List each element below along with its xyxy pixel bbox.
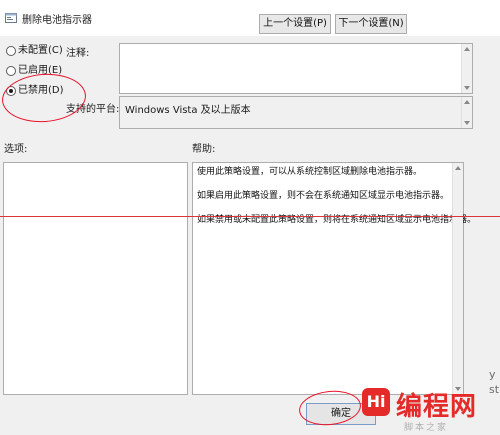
options-label: 选项: — [4, 144, 28, 155]
watermark-brand: 编程网 — [396, 392, 478, 422]
previous-setting-button[interactable]: 上一个设置(P) — [259, 14, 331, 34]
next-setting-button[interactable]: 下一个设置(N) — [335, 14, 407, 34]
supported-scrollbar[interactable] — [461, 97, 472, 128]
supported-platforms-box: Windows Vista 及以上版本 — [119, 96, 473, 129]
options-pane — [3, 162, 188, 395]
scroll-up-arrow-icon[interactable] — [464, 47, 470, 51]
supported-platforms-value: Windows Vista 及以上版本 — [125, 105, 251, 116]
title-bar: 删除电池指示器 上一个设置(P) 下一个设置(N) — [0, 0, 500, 36]
policy-setting-icon — [5, 13, 17, 23]
help-scrollbar[interactable] — [452, 163, 463, 394]
annotation-circle-disabled — [0, 71, 88, 125]
help-label: 帮助: — [192, 144, 216, 155]
scroll-up-arrow-icon[interactable] — [464, 100, 470, 104]
radio-label: 未配置(C) — [18, 45, 63, 56]
scroll-up-arrow-icon[interactable] — [455, 166, 461, 170]
red-guide-line — [0, 216, 500, 217]
watermark-logo-icon: Hi — [362, 388, 390, 416]
radio-circle[interactable] — [6, 66, 16, 76]
policy-dialog: 删除电池指示器 上一个设置(P) 下一个设置(N) 未配置(C) 已启用(E) … — [0, 0, 500, 435]
watermark: Hi 编程网 脚本之家 — [358, 384, 500, 435]
scroll-down-arrow-icon[interactable] — [464, 86, 470, 90]
radio-circle[interactable] — [6, 46, 16, 56]
side-text: y — [489, 368, 496, 381]
comment-label: 注释: — [66, 48, 90, 59]
window-title: 删除电池指示器 — [22, 15, 92, 26]
comment-textarea[interactable] — [119, 43, 473, 94]
help-paragraph: 使用此策略设置，可以从系统控制区域删除电池指示器。 — [197, 167, 423, 177]
comment-scrollbar[interactable] — [461, 44, 472, 93]
help-pane: 使用此策略设置，可以从系统控制区域删除电池指示器。 如果启用此策略设置，则不会在… — [192, 162, 476, 395]
watermark-sub: 脚本之家 — [404, 423, 449, 433]
scroll-down-arrow-icon[interactable] — [464, 121, 470, 125]
help-paragraph: 如果启用此策略设置，则不会在系统通知区域显示电池指示器。 — [197, 191, 450, 201]
